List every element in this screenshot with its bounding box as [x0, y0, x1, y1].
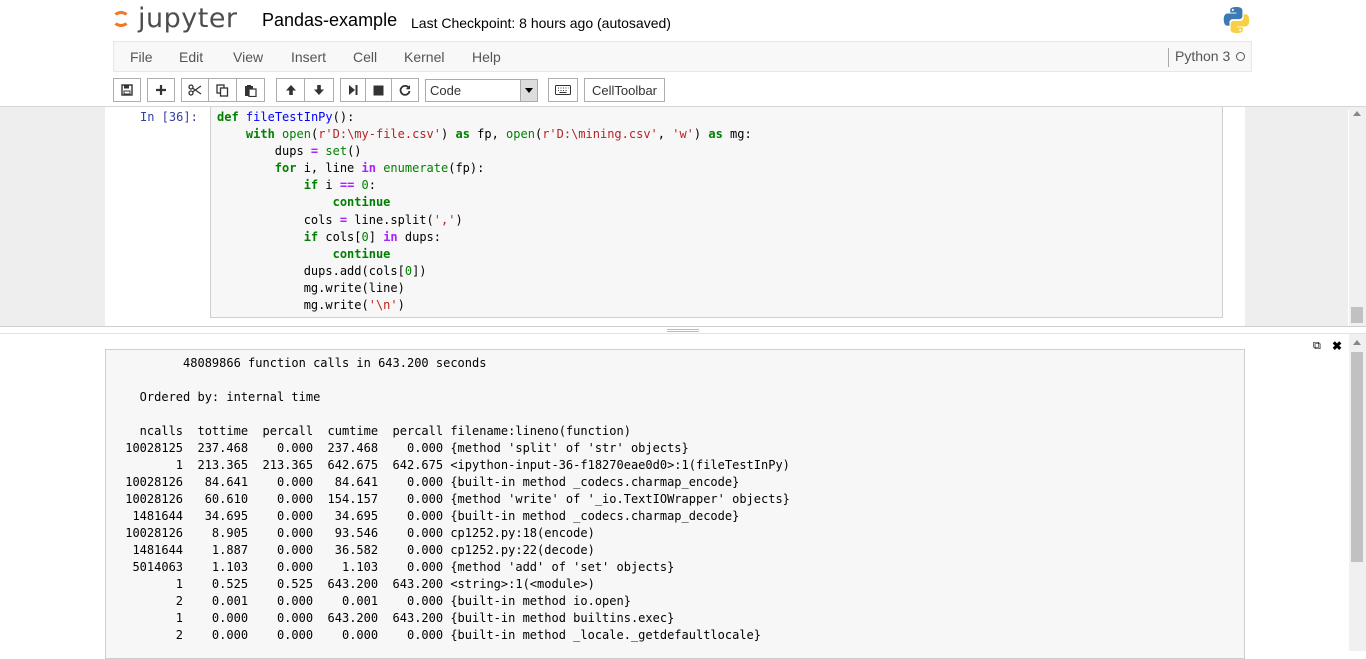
profile-output-line: 1 0.525 0.525 643.200 643.200 <string>:1… [118, 577, 595, 591]
cut-cells-button[interactable] [181, 78, 209, 102]
arrow-up-icon [285, 85, 296, 95]
scissors-icon [188, 84, 202, 96]
pager-panel: ⧉ ✖ 48089866 function calls in 643.200 s… [0, 334, 1366, 659]
keyboard-icon [555, 85, 571, 95]
kernel-idle-indicator-icon [1236, 52, 1245, 61]
move-cell-up-button[interactable] [276, 78, 305, 102]
insert-cell-below-button[interactable] [147, 78, 175, 102]
profile-output: 48089866 function calls in 643.200 secon… [118, 355, 790, 644]
code-line: for i, line in enumerate(fp): [274, 161, 485, 176]
paste-cells-button[interactable] [237, 78, 265, 102]
menu-help[interactable]: Help [472, 49, 501, 65]
notebook-header: jupyter Pandas-example Last Checkpoint: … [0, 0, 1366, 41]
profile-output-line: 48089866 function calls in 643.200 secon… [118, 356, 487, 370]
profile-output-line: 1 0.000 0.000 643.200 643.200 {built-in … [118, 611, 675, 625]
celltoolbar-button[interactable]: CellToolbar [584, 78, 665, 102]
kernel-name: Python 3 [1168, 48, 1230, 67]
cell-type-value: Code [430, 83, 462, 98]
checkpoint-status: Last Checkpoint: 8 hours ago (autosaved) [411, 15, 671, 31]
profile-output-line: 2 0.000 0.000 0.000 0.000 {built-in meth… [118, 628, 761, 642]
profile-output-line: 1 213.365 213.365 642.675 642.675 <ipyth… [118, 458, 790, 472]
code-line: if i == 0: [303, 178, 376, 193]
move-cell-down-button[interactable] [305, 78, 334, 102]
notebook-name[interactable]: Pandas-example [262, 10, 397, 31]
pager-splitter[interactable] [0, 326, 1366, 334]
floppy-disk-icon [121, 84, 133, 96]
code-line: mg.write(line) [217, 280, 405, 295]
paste-icon [245, 84, 257, 97]
cell-type-select[interactable]: Code [425, 79, 538, 102]
profile-output-line: 2 0.001 0.000 0.001 0.000 {built-in meth… [118, 594, 631, 608]
menu-kernel[interactable]: Kernel [404, 49, 444, 65]
code-line: if cols[0] in dups: [303, 229, 442, 244]
code-line: dups.add(cols[0]) [217, 263, 427, 278]
profile-output-line: 10028126 8.905 0.000 93.546 0.000 cp1252… [118, 526, 595, 540]
copy-icon [216, 83, 229, 97]
code-editor[interactable]: def fileTestInPy(): with open(r'D:\my-fi… [217, 109, 752, 314]
command-palette-button[interactable] [548, 78, 578, 102]
python-logo-icon [1223, 6, 1250, 34]
splitter-grip-icon[interactable] [667, 329, 699, 332]
pager-scrollbar[interactable] [1349, 334, 1366, 651]
profile-output-line: ncalls tottime percall cumtime percall f… [118, 424, 631, 438]
close-icon[interactable]: ✖ [1332, 339, 1342, 353]
pager-content: 48089866 function calls in 643.200 secon… [105, 349, 1245, 659]
copy-cells-button[interactable] [209, 78, 237, 102]
jupyter-logo-icon [112, 9, 132, 29]
menu-view[interactable]: View [233, 49, 263, 65]
code-line: continue [332, 195, 391, 210]
scroll-up-arrow-icon[interactable] [1353, 340, 1361, 345]
code-line: def fileTestInPy(): [217, 110, 355, 124]
menu-insert[interactable]: Insert [291, 49, 326, 65]
menubar: File Edit View Insert Cell Kernel Help [113, 41, 1252, 72]
code-line: with open(r'D:\my-file.csv') as fp, open… [245, 127, 752, 142]
run-cell-button[interactable] [340, 78, 366, 102]
save-button[interactable] [113, 78, 141, 102]
profile-output-line: 1481644 1.887 0.000 36.582 0.000 cp1252.… [118, 543, 595, 557]
profile-output-line: Ordered by: internal time [118, 390, 321, 404]
code-cell-input[interactable]: def fileTestInPy(): with open(r'D:\my-fi… [210, 107, 1223, 318]
code-line: dups = set() [217, 144, 362, 159]
notebook-scrollbar-thumb[interactable] [1351, 307, 1363, 323]
scroll-up-arrow-icon[interactable] [1353, 111, 1361, 116]
code-line: cols = line.split(',') [217, 212, 463, 227]
pager-scrollbar-thumb[interactable] [1351, 352, 1363, 562]
code-line: continue [332, 246, 391, 261]
menu-cell[interactable]: Cell [353, 49, 377, 65]
notebook-scrollbar[interactable] [1349, 107, 1366, 326]
profile-output-line: 10028126 60.610 0.000 154.157 0.000 {met… [118, 492, 790, 506]
external-link-icon[interactable]: ⧉ [1313, 340, 1321, 353]
interrupt-kernel-button[interactable] [366, 78, 392, 102]
cell-input-prompt: In [36]: [140, 110, 198, 124]
jupyter-logo-text: jupyter [138, 3, 238, 34]
profile-output-line: 1481644 34.695 0.000 34.695 0.000 {built… [118, 509, 740, 523]
arrow-down-icon [314, 85, 324, 95]
step-forward-icon [349, 85, 358, 95]
menu-edit[interactable]: Edit [179, 49, 203, 65]
jupyter-logo[interactable]: jupyter [112, 2, 238, 36]
plus-icon [156, 85, 166, 95]
menu-file[interactable]: File [130, 49, 153, 65]
restart-kernel-button[interactable] [392, 78, 419, 102]
chevron-down-icon[interactable] [520, 80, 537, 101]
profile-output-line: 5014063 1.103 0.000 1.103 0.000 {method … [118, 560, 675, 574]
profile-output-line: 10028126 84.641 0.000 84.641 0.000 {buil… [118, 475, 740, 489]
code-line: mg.write('\n') [217, 298, 405, 313]
main-toolbar: Code CellToolbar [113, 76, 1252, 106]
stop-icon [373, 85, 384, 95]
profile-output-line: 10028125 237.468 0.000 237.468 0.000 {me… [118, 441, 689, 455]
celltoolbar-label: CellToolbar [591, 82, 658, 98]
refresh-icon [399, 84, 411, 96]
